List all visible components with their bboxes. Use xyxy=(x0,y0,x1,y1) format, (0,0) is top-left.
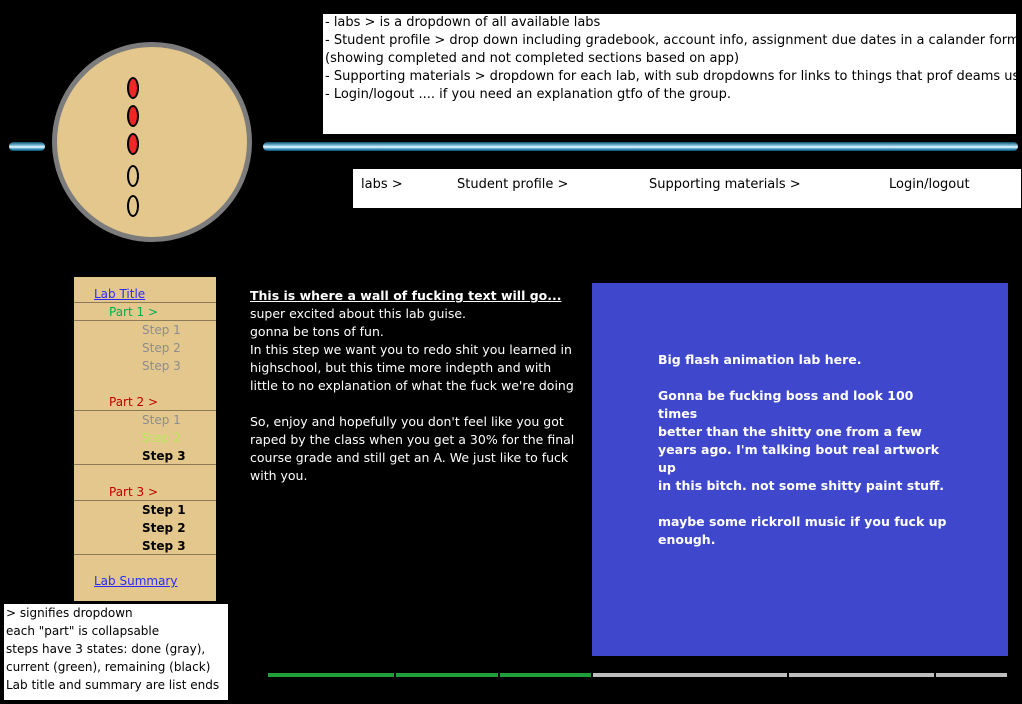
logo-step-5-marker xyxy=(127,195,139,217)
lab-summary-link[interactable]: Lab Summary xyxy=(94,572,177,590)
legend-box: > signifies dropdown each "part" is coll… xyxy=(4,604,228,700)
header-bar-left xyxy=(9,142,45,151)
top-nav: labs > Student profile > Supporting mate… xyxy=(353,169,1021,208)
sidebar-part-3[interactable]: Part 3 > xyxy=(109,483,158,501)
sidebar-step-row: Step 2 xyxy=(74,519,216,537)
nav-login-logout[interactable]: Login/logout xyxy=(889,177,970,192)
lab-content-line: raped by the class when you get a 30% fo… xyxy=(250,432,575,447)
sidebar-part-1-row[interactable]: Part 1 > xyxy=(74,303,216,321)
legend-line: each "part" is collapsable xyxy=(6,624,160,638)
sidebar-part-3-row[interactable]: Part 3 > xyxy=(74,483,216,501)
sidebar-step-row: Step 1 xyxy=(74,321,216,339)
note-line: - Student profile > drop down including … xyxy=(325,33,1020,48)
sidebar-part-2-step-3[interactable]: Step 3 xyxy=(142,447,186,465)
sidebar-step-row: Step 1 xyxy=(74,411,216,429)
flash-line: in this bitch. not some shitty paint stu… xyxy=(658,478,944,493)
lab-title-link[interactable]: Lab Title xyxy=(94,285,145,303)
legend-line: current (green), remaining (black) xyxy=(6,660,211,674)
logo-step-2-marker xyxy=(127,105,139,127)
flash-line: better than the shitty one from a few xyxy=(658,424,922,439)
sidebar-summary-row: Lab Summary xyxy=(74,572,216,590)
header-bar-right xyxy=(263,142,1018,151)
note-line: - Login/logout .... if you need an expla… xyxy=(325,87,732,102)
sidebar-part-1-step-3[interactable]: Step 3 xyxy=(142,357,181,375)
progress-segment xyxy=(500,673,591,677)
logo-step-1-marker xyxy=(127,77,139,99)
flash-placeholder-text: Big flash animation lab here. Gonna be f… xyxy=(658,351,948,549)
lab-content-line: So, enjoy and hopefully you don't feel l… xyxy=(250,414,564,429)
sidebar-step-row: Step 2 xyxy=(74,339,216,357)
progress-segment xyxy=(396,673,498,677)
lab-content-heading: This is where a wall of fucking text wil… xyxy=(250,288,562,303)
note-line: - labs > is a dropdown of all available … xyxy=(325,15,601,30)
nav-labs-dropdown[interactable]: labs > xyxy=(361,177,403,192)
note-line: (showing completed and not completed sec… xyxy=(325,51,740,66)
flash-line: Big flash animation lab here. xyxy=(658,352,862,367)
progress-segment xyxy=(789,673,934,677)
progress-segment xyxy=(593,673,787,677)
sidebar-part-3-step-1[interactable]: Step 1 xyxy=(142,501,186,519)
sidebar-step-row: Step 2 xyxy=(74,429,216,447)
sidebar-part-2-step-1[interactable]: Step 1 xyxy=(142,411,181,429)
sidebar-part-2-step-2[interactable]: Step 2 xyxy=(142,429,181,447)
legend-line: steps have 3 states: done (gray), xyxy=(6,642,206,656)
sidebar-part-1-step-2[interactable]: Step 2 xyxy=(142,339,181,357)
sidebar-part-1-step-1[interactable]: Step 1 xyxy=(142,321,181,339)
sidebar-part-3-step-2[interactable]: Step 2 xyxy=(142,519,186,537)
sidebar-part-2-row[interactable]: Part 2 > xyxy=(74,393,216,411)
flash-line: years ago. I'm talking bout real artwork… xyxy=(658,442,940,475)
lab-content-line xyxy=(250,395,580,413)
annotation-notes: - labs > is a dropdown of all available … xyxy=(323,14,1022,134)
legend-line: Lab title and summary are list ends xyxy=(6,678,220,692)
legend-line: > signifies dropdown xyxy=(6,606,133,620)
flash-animation-panel[interactable]: Big flash animation lab here. Gonna be f… xyxy=(592,283,1008,656)
flash-line xyxy=(658,369,948,387)
nav-student-profile-dropdown[interactable]: Student profile > xyxy=(457,177,568,192)
sidebar-lab-title-row: Lab Title xyxy=(74,285,216,303)
flash-line: enough. xyxy=(658,532,716,547)
lab-content-line: highschool, but this time more indepth a… xyxy=(250,360,552,375)
flash-line xyxy=(658,495,948,513)
sidebar-part-2[interactable]: Part 2 > xyxy=(109,393,158,411)
sidebar-step-row: Step 3 xyxy=(74,537,216,555)
logo-step-4-marker xyxy=(127,165,139,187)
sidebar-step-row: Step 3 xyxy=(74,357,216,375)
lab-content-line: little to no explanation of what the fuc… xyxy=(250,378,574,393)
lab-content-line: In this step we want you to redo shit yo… xyxy=(250,342,572,357)
progress-segment xyxy=(268,673,394,677)
lab-sidebar: Lab Title Part 1 > Step 1 Step 2 Step 3 … xyxy=(74,277,216,601)
flash-line: maybe some rickroll music if you fuck up xyxy=(658,514,947,529)
lab-content: This is where a wall of fucking text wil… xyxy=(250,287,580,485)
lab-content-line: gonna be tons of fun. xyxy=(250,324,384,339)
note-line: - Supporting materials > dropdown for ea… xyxy=(325,69,1022,84)
nav-supporting-materials-dropdown[interactable]: Supporting materials > xyxy=(649,177,801,192)
lab-progress-logo xyxy=(52,42,252,242)
sidebar-part-1[interactable]: Part 1 > xyxy=(109,303,158,321)
sidebar-step-row: Step 1 xyxy=(74,501,216,519)
flash-line: Gonna be fucking boss and look 100 times xyxy=(658,388,914,421)
sidebar-part-3-step-3[interactable]: Step 3 xyxy=(142,537,186,555)
lab-content-line: course grade and still get an A. We just… xyxy=(250,450,569,465)
lab-content-line: with you. xyxy=(250,468,308,483)
lab-content-line: super excited about this lab guise. xyxy=(250,306,467,321)
progress-segment xyxy=(936,673,1007,677)
sidebar-step-row: Step 3 xyxy=(74,447,216,465)
logo-step-3-marker xyxy=(127,133,139,155)
